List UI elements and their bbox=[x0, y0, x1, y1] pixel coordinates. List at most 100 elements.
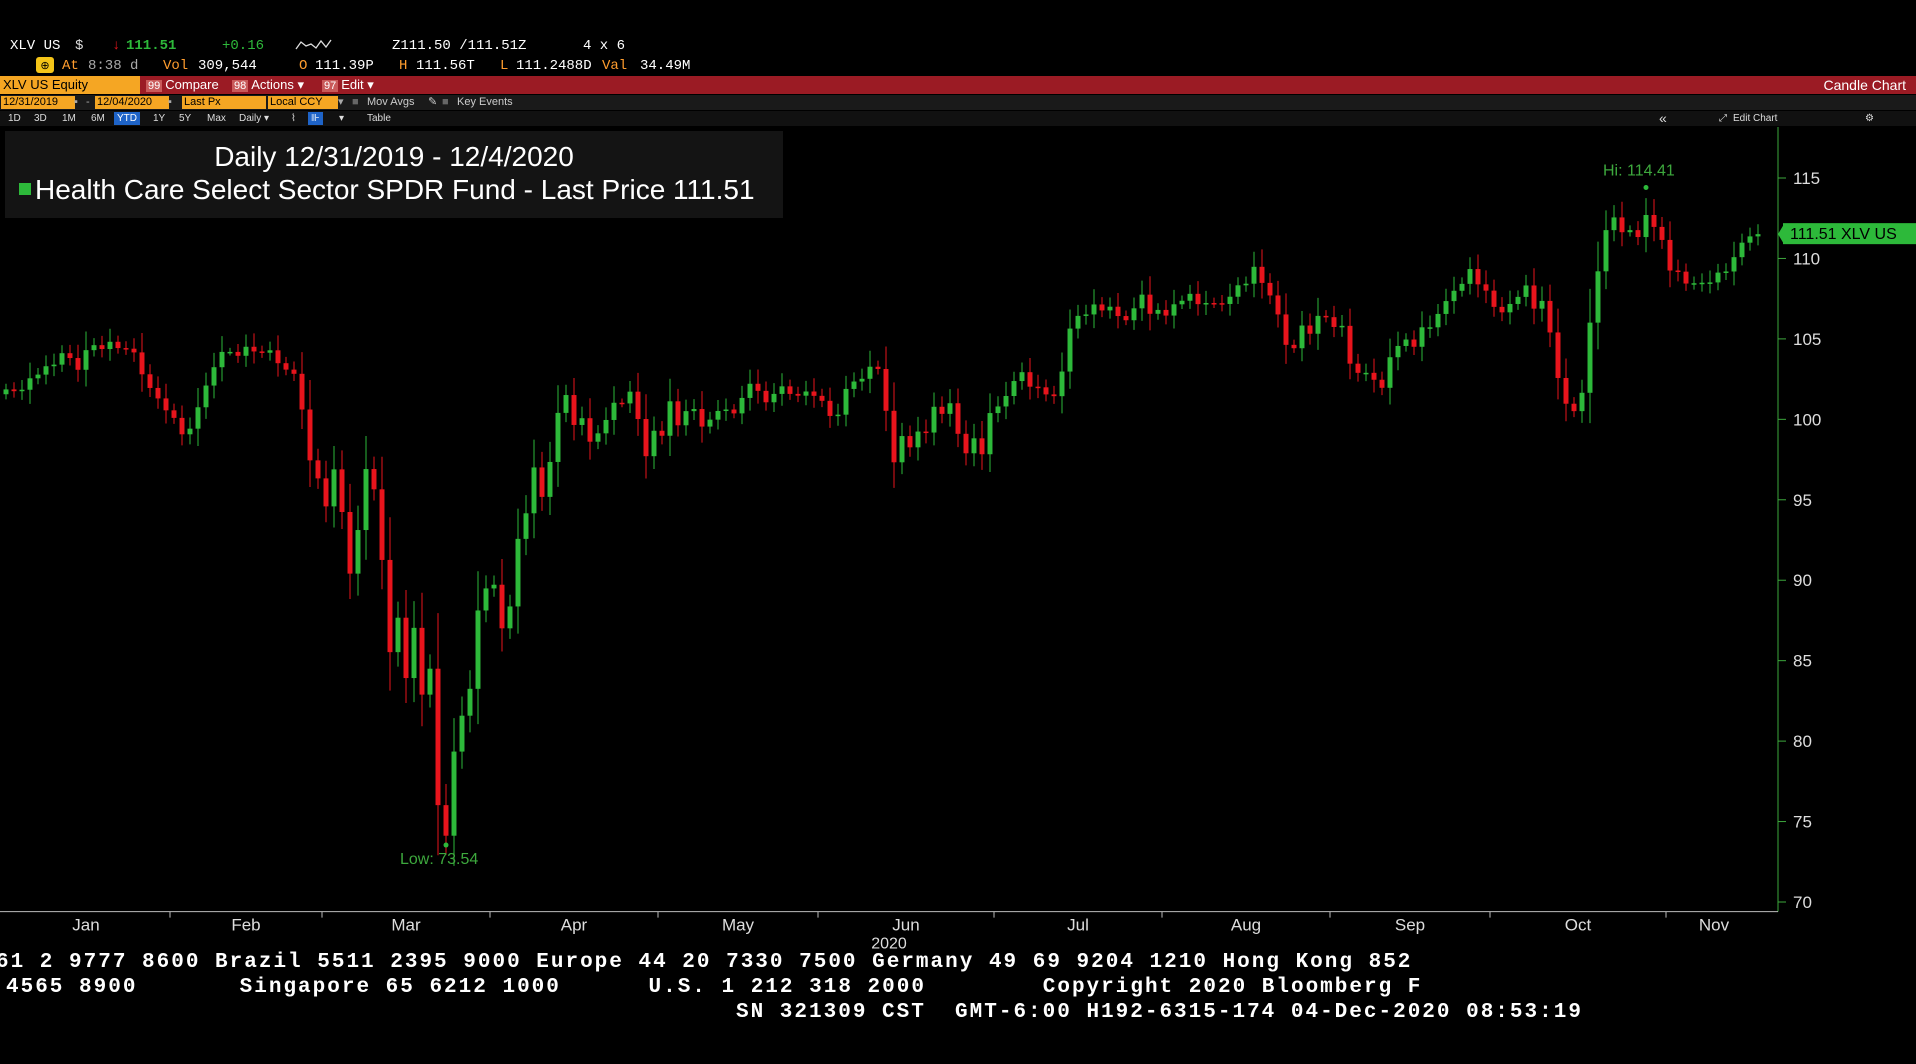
candle-body bbox=[291, 369, 297, 374]
key-events-checkbox-icon[interactable]: ■ bbox=[442, 96, 449, 109]
table-toggle[interactable]: Table bbox=[364, 112, 394, 125]
candle-body bbox=[75, 358, 81, 370]
candle-body bbox=[923, 431, 929, 434]
range-ytd[interactable]: YTD bbox=[114, 112, 140, 125]
end-date-field[interactable]: 12/04/2020 bbox=[95, 96, 169, 109]
candle-body bbox=[131, 348, 137, 353]
candle-body bbox=[1331, 317, 1337, 327]
bar-style-icon[interactable]: ⊪ bbox=[308, 112, 323, 125]
candle-body bbox=[587, 418, 593, 442]
candle-body bbox=[723, 409, 729, 412]
candle-body bbox=[995, 406, 1001, 414]
range-1y[interactable]: 1Y bbox=[150, 112, 168, 125]
candle-body bbox=[1387, 357, 1393, 388]
range-max[interactable]: Max bbox=[204, 112, 229, 125]
candle-body bbox=[35, 374, 41, 379]
actions-button[interactable]: 98 Actions ▾ bbox=[228, 76, 308, 94]
edit-chart-button[interactable]: Edit Chart bbox=[1730, 112, 1780, 125]
candle-body bbox=[387, 559, 393, 653]
candle-body bbox=[883, 368, 889, 411]
candle-body bbox=[1115, 306, 1121, 317]
settings-gear-icon[interactable]: ⚙ bbox=[1862, 112, 1877, 125]
frequency-select[interactable]: Daily ▾ bbox=[236, 112, 272, 125]
edit-button[interactable]: 97 Edit ▾ bbox=[318, 76, 378, 94]
y-tick-label: 70 bbox=[1793, 893, 1812, 912]
candle-chart[interactable]: 70 75 80 85 90 95 100 105 110 115 Jan Feb Mar Apr May… bbox=[0, 127, 1916, 960]
candle-body bbox=[1019, 372, 1025, 382]
candle-body bbox=[1435, 313, 1441, 328]
candle-body bbox=[1275, 295, 1281, 315]
candle-body bbox=[43, 366, 49, 375]
key-events-label[interactable]: Key Events bbox=[457, 96, 513, 109]
chart-type-title: Candle Chart bbox=[1823, 77, 1907, 93]
candle-body bbox=[27, 378, 33, 390]
dropdown-icon[interactable]: ▾ bbox=[338, 96, 344, 109]
mov-avgs-label[interactable]: Mov Avgs bbox=[367, 96, 415, 109]
candle-body bbox=[555, 412, 561, 462]
candle-body bbox=[1683, 271, 1689, 284]
y-tick-label: 85 bbox=[1793, 652, 1812, 671]
line-style-icon[interactable]: ⌇ bbox=[288, 112, 299, 125]
candle-body bbox=[1443, 301, 1449, 314]
candle-body bbox=[187, 428, 193, 435]
range-1m[interactable]: 1M bbox=[59, 112, 79, 125]
x-tick-label: Jan bbox=[72, 916, 99, 935]
candle-body bbox=[227, 351, 233, 354]
candle-body bbox=[1259, 266, 1265, 283]
mov-avgs-checkbox-icon[interactable]: ■ bbox=[352, 96, 359, 109]
start-date-field[interactable]: 12/31/2019 bbox=[1, 96, 75, 109]
candle-body bbox=[1539, 300, 1545, 309]
collapse-icon[interactable]: « bbox=[1656, 111, 1670, 125]
candle-body bbox=[83, 350, 89, 370]
candle-body bbox=[427, 668, 433, 695]
x-tick-label: May bbox=[722, 916, 755, 935]
range-1d[interactable]: 1D bbox=[5, 112, 24, 125]
candle-body bbox=[595, 433, 601, 442]
field-select[interactable]: Last Px bbox=[182, 96, 266, 109]
range-5y[interactable]: 5Y bbox=[176, 112, 194, 125]
low-label: L bbox=[500, 58, 509, 74]
candle-body bbox=[99, 345, 105, 350]
low-marker-dot bbox=[443, 842, 449, 848]
candle-body bbox=[1371, 372, 1377, 380]
candle-body bbox=[1723, 271, 1729, 273]
candle-body bbox=[443, 805, 449, 836]
y-axis: 70 75 80 85 90 95 100 105 110 115 bbox=[1777, 127, 1821, 912]
candle-body bbox=[251, 346, 257, 352]
chart-legend[interactable]: Daily 12/31/2019 - 12/4/2020 Health Care… bbox=[5, 131, 783, 218]
currency-select[interactable]: Local CCY bbox=[268, 96, 338, 109]
compare-button[interactable]: 99 Compare bbox=[142, 76, 223, 94]
candle-body bbox=[19, 389, 25, 392]
candle-body bbox=[1347, 325, 1353, 364]
candle-body bbox=[1291, 344, 1297, 349]
candle-body bbox=[1411, 339, 1417, 347]
candle-body bbox=[363, 469, 369, 531]
candle-body bbox=[219, 351, 225, 368]
range-6m[interactable]: 6M bbox=[88, 112, 108, 125]
candle-body bbox=[1427, 327, 1433, 329]
candle-body bbox=[1067, 328, 1073, 372]
more-dropdown-icon[interactable]: ▾ bbox=[336, 112, 347, 125]
candle-body bbox=[1707, 282, 1713, 284]
x-tick-label: Aug bbox=[1231, 916, 1261, 935]
calendar-icon[interactable]: ▪ bbox=[168, 96, 172, 109]
legend-title: Daily 12/31/2019 - 12/4/2020 bbox=[214, 141, 574, 172]
candle-body bbox=[827, 400, 833, 416]
candle-body bbox=[1051, 394, 1057, 397]
candle-body bbox=[1131, 308, 1137, 321]
edit-chart-icon[interactable]: ⤢ bbox=[1716, 112, 1730, 125]
pencil-icon[interactable]: ✎ bbox=[428, 96, 437, 109]
y-tick-label: 100 bbox=[1793, 410, 1821, 429]
yellow-bell-icon[interactable]: ⊕ bbox=[36, 57, 54, 78]
calendar-icon[interactable]: ▪ bbox=[74, 96, 78, 109]
security-field[interactable]: XLV US Equity bbox=[0, 76, 140, 94]
footer-contacts-line2: 4565 8900 Singapore 65 6212 1000 U.S. 1 … bbox=[6, 976, 1423, 999]
candle-body bbox=[571, 395, 577, 425]
candle-body bbox=[1123, 316, 1129, 321]
range-3d[interactable]: 3D bbox=[31, 112, 50, 125]
ticker-label: XLV US bbox=[10, 38, 61, 54]
candle-body bbox=[523, 513, 529, 539]
at-label: At bbox=[62, 58, 79, 74]
candle-body bbox=[1483, 284, 1489, 291]
candle-body bbox=[811, 391, 817, 396]
